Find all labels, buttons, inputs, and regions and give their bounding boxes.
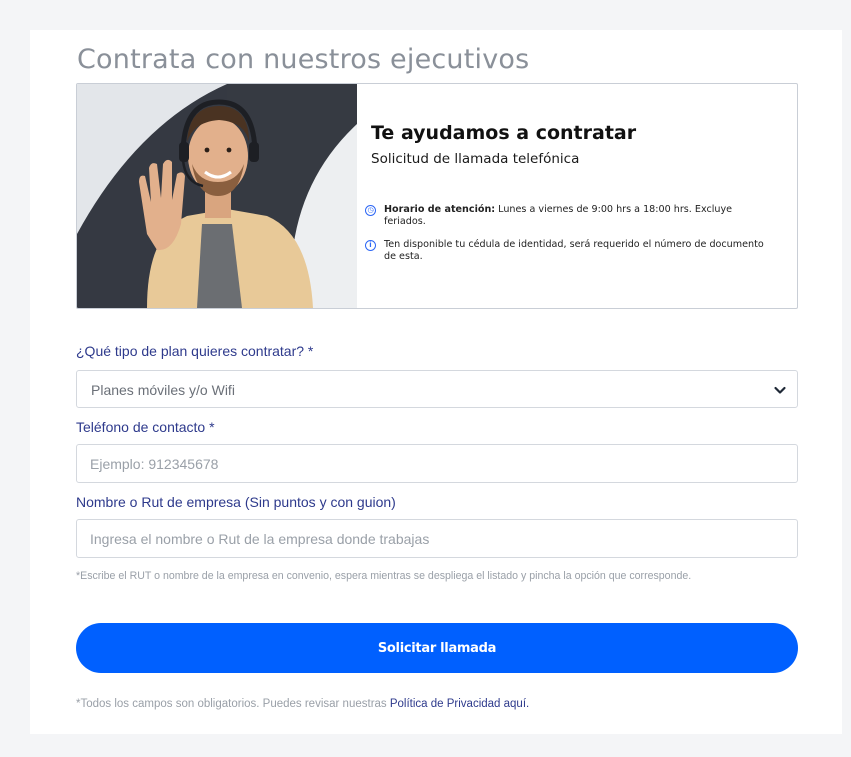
company-label: Nombre o Rut de empresa (Sin puntos y co… (76, 494, 396, 510)
agent-photo (77, 84, 357, 308)
phone-input[interactable] (76, 444, 798, 483)
clock-icon: ◷ (365, 205, 376, 216)
schedule-text: Horario de atención: Lunes a viernes de … (384, 204, 765, 228)
banner-title: Te ayudamos a contratar (371, 122, 637, 144)
company-hint: *Escribe el RUT o nombre de la empresa e… (76, 570, 692, 582)
page-title: Contrata con nuestros ejecutivos (77, 44, 530, 75)
info-icon: i (365, 240, 376, 251)
plan-label: ¿Qué tipo de plan quieres contratar? * (76, 343, 314, 359)
agent-illustration (77, 84, 357, 308)
banner-subtitle: Solicitud de llamada telefónica (371, 151, 580, 167)
request-call-button[interactable]: Solicitar llamada (76, 623, 798, 673)
id-document-info: i Ten disponible tu cédula de identidad,… (365, 239, 765, 263)
contact-banner: Te ayudamos a contratar Solicitud de lla… (76, 83, 798, 309)
company-input[interactable] (76, 519, 798, 558)
required-fields-note: *Todos los campos son obligatorios. Pued… (76, 698, 529, 710)
plan-select-value: Planes móviles y/o Wifi (91, 382, 235, 398)
privacy-policy-link[interactable]: Política de Privacidad aquí. (390, 698, 529, 710)
phone-label: Teléfono de contacto * (76, 419, 215, 435)
plan-select[interactable]: Planes móviles y/o Wifi (76, 370, 798, 408)
schedule-label: Horario de atención: (384, 204, 496, 215)
footnote-text: *Todos los campos son obligatorios. Pued… (76, 698, 390, 710)
schedule-info: ◷ Horario de atención: Lunes a viernes d… (365, 204, 765, 228)
chevron-down-icon (774, 386, 786, 394)
id-document-text: Ten disponible tu cédula de identidad, s… (384, 239, 764, 262)
